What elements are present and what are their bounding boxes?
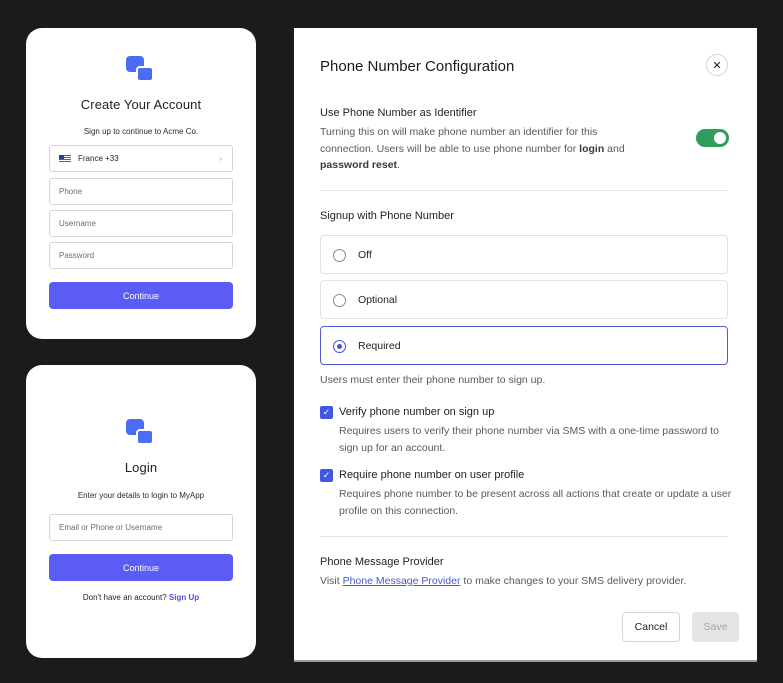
save-button[interactable]: Save: [692, 612, 739, 642]
chevron-right-icon: ›: [219, 154, 222, 163]
radio-label: Off: [358, 249, 372, 261]
signup-title: Create Your Account: [80, 97, 202, 112]
provider-link[interactable]: Phone Message Provider: [343, 575, 461, 587]
username-input[interactable]: [49, 210, 233, 237]
brand-logo-icon: [126, 419, 156, 447]
radio-button-icon: [333, 249, 346, 262]
signup-section-title: Signup with Phone Number: [320, 210, 454, 222]
require-phone-checkbox[interactable]: ✓: [320, 469, 333, 482]
phone-input[interactable]: [49, 178, 233, 205]
radio-label: Optional: [358, 294, 398, 306]
login-subtitle: Enter your details to login to MyApp: [77, 491, 205, 500]
divider: [320, 190, 728, 191]
signup-link[interactable]: Sign Up: [169, 593, 199, 602]
signup-continue-button[interactable]: Continue: [49, 282, 233, 309]
identifier-section-title: Use Phone Number as Identifier: [320, 107, 477, 119]
password-input[interactable]: [49, 242, 233, 269]
provider-section-title: Phone Message Provider: [320, 556, 444, 568]
identifier-description: Turning this on will make phone number a…: [320, 126, 625, 171]
login-title: Login: [124, 460, 158, 475]
signup-subtitle: Sign up to continue to Acme Co.: [83, 127, 199, 136]
brand-logo-icon: [126, 56, 156, 84]
provider-description: Visit Phone Message Provider to make cha…: [320, 575, 687, 587]
login-card: Login Enter your details to login to MyA…: [26, 365, 256, 658]
signup-prompt: Don't have an account? Sign Up: [26, 593, 256, 602]
login-continue-button[interactable]: Continue: [49, 554, 233, 581]
country-code-value: France +33: [78, 154, 119, 163]
radio-button-icon: [333, 294, 346, 307]
close-button[interactable]: ✕: [706, 54, 728, 76]
signup-prompt-text: Don't have an account?: [82, 593, 167, 602]
flag-icon: [59, 154, 71, 163]
verify-phone-title: Verify phone number on sign up: [339, 406, 495, 418]
require-phone-title: Require phone number on user profile: [339, 469, 525, 481]
radio-option-optional[interactable]: Optional: [320, 280, 728, 319]
radio-selected-icon: [333, 340, 346, 353]
radio-label: Required: [358, 340, 401, 352]
modal-title: Phone Number Configuration: [320, 58, 515, 75]
toggle-knob: [714, 132, 726, 144]
close-icon: ✕: [712, 59, 722, 72]
require-phone-description: Requires phone number to be present acro…: [339, 488, 732, 517]
verify-phone-description: Requires users to verify their phone num…: [339, 425, 719, 454]
identifier-input[interactable]: [49, 514, 233, 541]
radio-option-required[interactable]: Required: [320, 326, 728, 365]
signup-helper-text: Users must enter their phone number to s…: [320, 374, 546, 386]
divider: [320, 536, 728, 537]
checkmark-icon: ✓: [322, 470, 331, 480]
signup-card: Create Your Account Sign up to continue …: [26, 28, 256, 339]
cancel-button[interactable]: Cancel: [622, 612, 680, 642]
phone-config-modal: Phone Number Configuration ✕ Use Phone N…: [294, 28, 757, 660]
radio-option-off[interactable]: Off: [320, 235, 728, 274]
identifier-toggle[interactable]: [696, 129, 729, 147]
checkmark-icon: ✓: [322, 407, 331, 417]
verify-phone-checkbox[interactable]: ✓: [320, 406, 333, 419]
country-code-select[interactable]: France +33 ›: [49, 145, 233, 172]
